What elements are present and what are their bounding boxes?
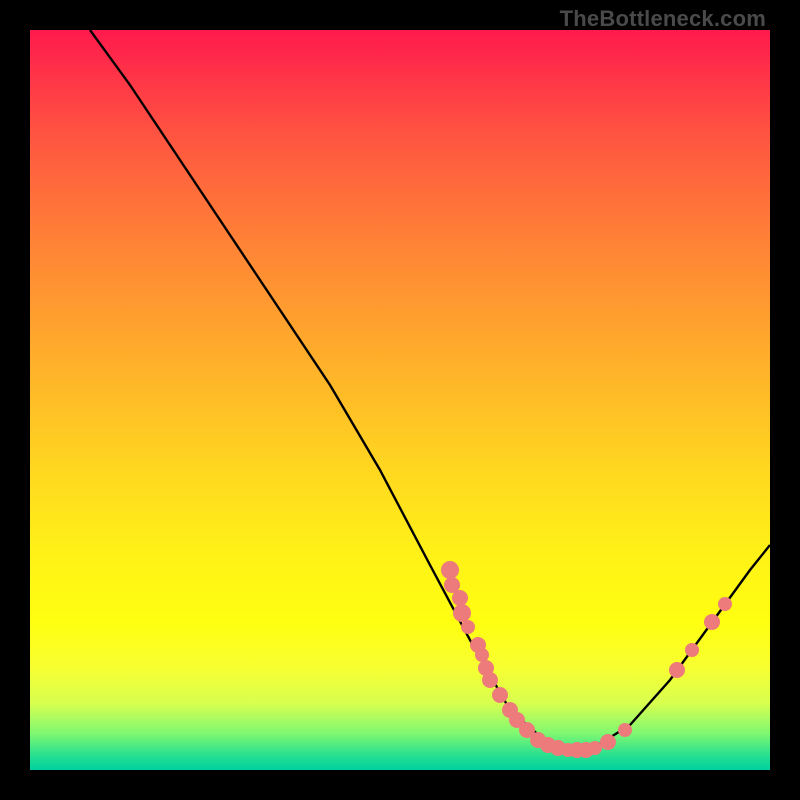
data-marker — [704, 614, 720, 630]
chart-plot-area — [30, 30, 770, 770]
chart-svg — [30, 30, 770, 770]
data-marker — [588, 741, 602, 755]
data-marker — [669, 662, 685, 678]
data-markers — [441, 561, 732, 758]
data-marker — [475, 648, 489, 662]
data-marker — [618, 723, 632, 737]
data-marker — [685, 643, 699, 657]
data-marker — [441, 561, 459, 579]
bottleneck-curve — [90, 30, 770, 750]
data-marker — [482, 672, 498, 688]
data-marker — [453, 604, 471, 622]
watermark-text: TheBottleneck.com — [560, 6, 766, 32]
data-marker — [492, 687, 508, 703]
data-marker — [718, 597, 732, 611]
data-marker — [600, 734, 616, 750]
data-marker — [461, 620, 475, 634]
data-marker — [452, 590, 468, 606]
